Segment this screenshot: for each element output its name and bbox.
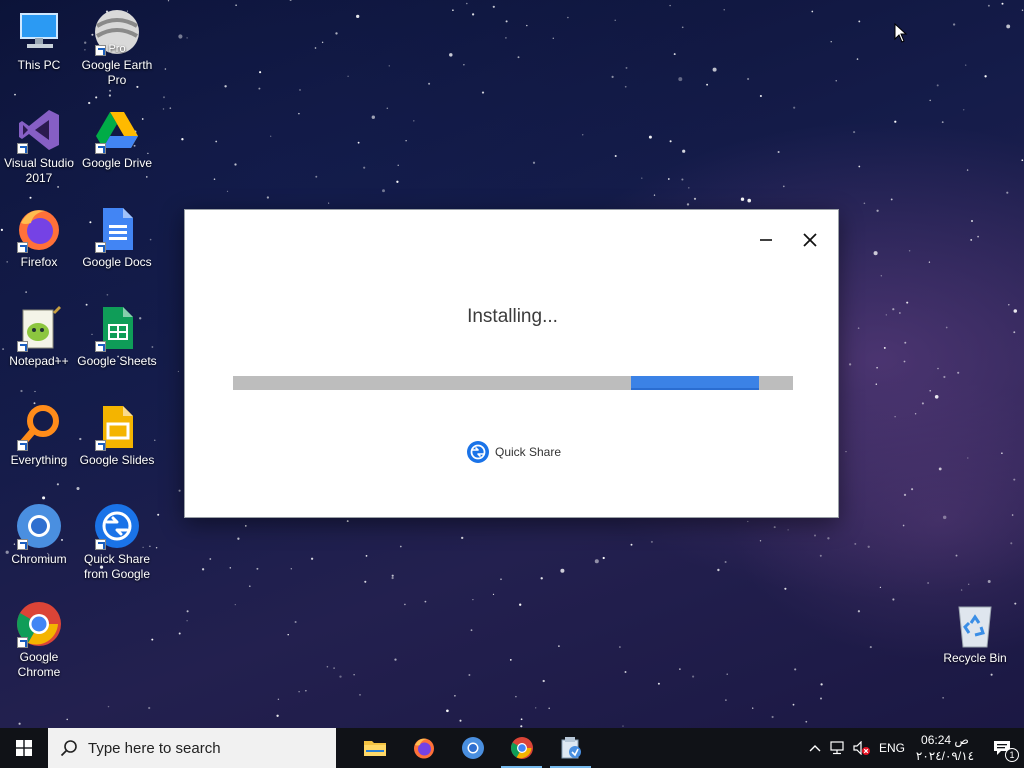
clock-time: 06:24 ص [921,733,969,747]
desktop-icon-google-drive[interactable]: Google Drive [77,106,157,171]
firefox-icon [413,738,434,759]
shortcut-arrow-icon [95,539,106,550]
taskbar-app-installer[interactable] [546,728,595,768]
desktop-icon-google-chrome[interactable]: Google Chrome [0,600,79,680]
taskbar-app-file-explorer[interactable] [350,728,399,768]
close-button[interactable] [795,226,825,254]
shortcut-arrow-icon [95,341,106,352]
desktop-icon-label: Google Earth Pro [81,58,153,87]
desktop-icon-label: Everything [10,453,68,467]
desktop-icon-visual-studio[interactable]: Visual Studio 2017 [0,106,79,186]
desktop-icon-label: This PC [17,58,61,72]
computer-icon [15,8,63,56]
desktop-icon-firefox[interactable]: Firefox [0,205,79,270]
recycle-bin-icon [951,601,999,649]
shortcut-arrow-icon [17,539,28,550]
firefox-icon [15,205,63,253]
desktop-icon-google-slides[interactable]: Google Slides [77,403,157,468]
clock-date: ٢٠٢٤/٠٩/١٤ [915,749,975,763]
quick-share-icon [93,502,141,550]
system-tray: ENG 06:24 ص ٢٠٢٤/٠٩/١٤ 1 [804,728,1024,768]
quick-share-label: Quick Share [495,445,562,459]
desktop-icon-label: Visual Studio 2017 [4,156,74,185]
desktop-icon-label: Firefox [20,255,58,269]
shortcut-arrow-icon [95,45,106,56]
shortcut-arrow-icon [95,440,106,451]
everything-search-icon [15,403,63,451]
chrome-icon [15,600,63,648]
search-input[interactable] [88,739,328,757]
taskbar: ENG 06:24 ص ٢٠٢٤/٠٩/١٤ 1 [0,728,1024,768]
desktop-icon-label: Chromium [11,552,67,566]
minimize-icon [760,239,772,241]
show-hidden-icons-button[interactable] [804,728,826,768]
installer-icon [561,737,581,759]
google-slides-icon [93,403,141,451]
clock-button[interactable]: 06:24 ص ٢٠٢٤/٠٩/١٤ [910,728,980,768]
desktop-icon-chromium[interactable]: Chromium [0,502,79,567]
network-icon [830,741,844,755]
installer-dialog: Installing... Quick Share [184,209,839,518]
google-docs-icon [93,205,141,253]
chromium-icon [461,737,484,759]
google-drive-icon [93,106,141,154]
taskbar-app-google-chrome[interactable] [497,728,546,768]
input-language-indicator[interactable]: ENG [874,728,910,768]
desktop-icon-everything[interactable]: Everything [0,403,79,468]
close-icon [803,233,817,247]
pro-badge: Pro [108,43,125,55]
progress-bar-fill [630,376,760,390]
desktop-icon-this-pc[interactable]: This PC [0,8,79,73]
chevron-up-icon [809,745,821,752]
shortcut-arrow-icon [17,143,28,154]
taskbar-app-firefox[interactable] [399,728,448,768]
quick-share-icon [467,441,489,463]
start-button[interactable] [0,728,48,768]
progress-bar [233,376,793,390]
desktop-icon-label: Google Drive [81,156,153,170]
desktop-icon-google-docs[interactable]: Google Docs [77,205,157,270]
shortcut-arrow-icon [17,440,28,451]
desktop-icon-label: Google Sheets [77,354,157,368]
desktop-icon-recycle-bin[interactable]: Recycle Bin [935,601,1015,666]
desktop-icon-label: Recycle Bin [943,651,1007,665]
visual-studio-icon [15,106,63,154]
minimize-button[interactable] [751,226,781,254]
windows-logo-icon [16,740,32,756]
shortcut-arrow-icon [95,242,106,253]
notification-count-badge: 1 [1005,748,1019,762]
desktop-icon-label: Google Chrome [17,650,61,679]
desktop-icon-label: Quick Share from Google [83,552,151,581]
desktop-icon-notepad-plus-plus[interactable]: Notepad++ [0,304,79,369]
volume-muted-icon [853,741,870,755]
search-icon [60,740,77,757]
shortcut-arrow-icon [17,341,28,352]
volume-tray-button[interactable] [850,728,874,768]
notepad-plus-plus-icon [15,304,63,352]
desktop-icon-label: Notepad++ [9,354,69,368]
desktop-icon-quick-share[interactable]: Quick Share from Google [77,502,157,582]
shortcut-arrow-icon [17,637,28,648]
taskbar-app-chromium[interactable] [448,728,497,768]
desktop-icon-google-sheets[interactable]: Google Sheets [77,304,157,369]
google-sheets-icon [93,304,141,352]
chromium-icon [15,502,63,550]
desktop-icon-google-earth-pro[interactable]: Pro Google Earth Pro [77,8,157,88]
network-tray-button[interactable] [826,728,850,768]
installing-status-title: Installing... [467,306,558,327]
desktop-icon-label: Google Docs [82,255,152,269]
action-center-button[interactable]: 1 [980,728,1024,768]
folder-icon [363,741,386,756]
shortcut-arrow-icon [17,242,28,253]
shortcut-arrow-icon [95,143,106,154]
desktop-icon-label: Google Slides [79,453,155,467]
google-earth-icon: Pro [93,8,141,56]
taskbar-search-box[interactable] [48,728,336,768]
quick-share-brand: Quick Share [466,440,561,464]
chrome-icon [510,737,533,759]
mouse-cursor-icon [894,23,908,43]
